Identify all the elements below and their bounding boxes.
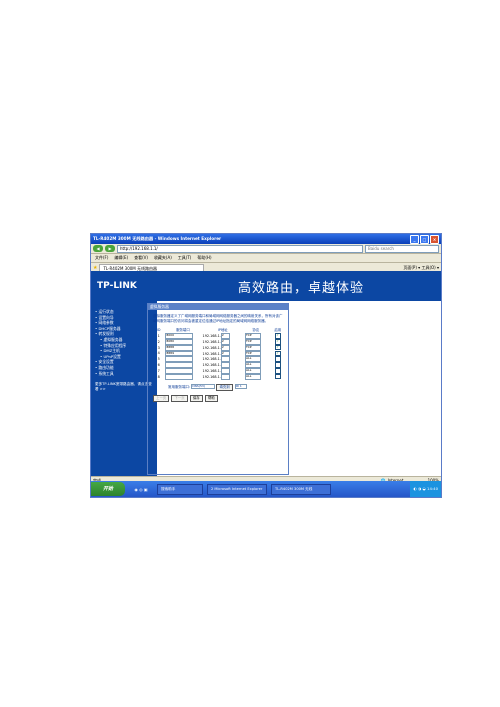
panel-heading: 虚拟服务器	[148, 304, 288, 310]
browser-window: TL-R402M 300M 无线路由器 - Windows Internet E…	[90, 233, 442, 498]
router-main: 虚拟服务器 虚拟服务器定义了广域网服务端口和局域网网络服务器之间的映射关系，所有…	[147, 301, 441, 476]
table-header: ID 服务端口 IP地址 协议 启用	[153, 326, 288, 333]
enable-checkbox[interactable]	[274, 373, 281, 380]
col-port: 服务端口	[176, 328, 190, 333]
prev-page-button[interactable]: 上一页	[153, 394, 170, 402]
tplink-logo: TP-LINK	[97, 281, 137, 291]
port-input[interactable]	[165, 373, 194, 380]
favorites-star-icon[interactable]: ★	[93, 265, 97, 271]
menu-favorites[interactable]: 收藏夹(A)	[154, 255, 172, 261]
protocol-select[interactable]: ALL	[245, 373, 262, 380]
clock: 14:40	[427, 486, 438, 491]
common-port-row: 常用服务端口: DNS(53) 填充到 ID 1	[168, 383, 288, 391]
search-input[interactable]: Baidu search	[365, 244, 439, 253]
enable-checkbox[interactable]: ✓	[274, 333, 281, 339]
page-tools[interactable]: 页面(P) ▾ 工具(O) ▾	[403, 265, 439, 271]
copy-target-select[interactable]: ID 1	[234, 383, 247, 390]
enable-checkbox[interactable]	[274, 356, 281, 363]
menu-file[interactable]: 文件(F)	[95, 255, 108, 261]
close-icon[interactable]: ×	[430, 234, 439, 244]
tray-icons[interactable]: ◐ ◑ ◒	[413, 486, 427, 491]
common-port-label: 常用服务端口:	[168, 384, 191, 389]
address-toolbar: ◀ ▶ http://192.168.1.1/ Baidu search	[91, 244, 441, 254]
enable-checkbox[interactable]	[274, 368, 281, 374]
banner-slogan: 高效路由，卓越体验	[237, 280, 364, 296]
quick-launch-icons[interactable]: ◉ ◎ ▣	[125, 487, 157, 492]
menu-edit[interactable]: 编辑(E)	[114, 255, 128, 261]
common-port-select[interactable]: DNS(53)	[191, 383, 216, 390]
menu-view[interactable]: 查看(V)	[134, 255, 148, 261]
forward-button[interactable]: ▶	[105, 245, 115, 252]
virtual-server-table: ID 服务端口 IP地址 协议 启用 1 8000 192.168.1.2 TC…	[153, 326, 288, 380]
enable-checkbox[interactable]: ✓	[274, 350, 281, 357]
page-content: TP-LINK 高效路由，卓越体验 • 运行状态 • 设置向导 • 网络参数 •…	[91, 271, 441, 476]
ip-prefix: 192.168.1.	[202, 368, 221, 373]
panel-buttons: 上一页 下一页 保存 帮助	[153, 394, 288, 402]
maximize-icon[interactable]: □	[420, 234, 429, 244]
system-tray: ◐ ◑ ◒ 14:40	[410, 481, 441, 497]
ip-prefix: 192.168.1.	[202, 357, 221, 362]
copy-to-button[interactable]: 填充到	[216, 383, 233, 391]
router-banner: TP-LINK 高效路由，卓越体验	[91, 271, 441, 301]
table-row: 8 192.168.1. ALL	[153, 373, 288, 380]
taskbar-item-search[interactable]: 搜索助手	[157, 483, 203, 495]
ip-prefix: 192.168.1.	[202, 334, 221, 339]
save-button[interactable]: 保存	[189, 394, 203, 402]
help-button[interactable]: 帮助	[204, 394, 218, 402]
menu-tools[interactable]: 工具(T)	[178, 255, 192, 261]
row-id: 8	[157, 374, 160, 379]
taskbar-item-router[interactable]: TL-R402M 300M 无线	[271, 483, 331, 495]
virtual-server-panel: 虚拟服务器 虚拟服务器定义了广域网服务端口和局域网网络服务器之间的映射关系，所有…	[147, 303, 289, 475]
ip-prefix: 192.168.1.	[202, 374, 221, 379]
col-id: ID	[156, 327, 161, 332]
minimize-icon[interactable]: _	[410, 234, 419, 244]
back-button[interactable]: ◀	[93, 245, 103, 252]
taskbar-item-ie[interactable]: 2 Microsoft Internet Explorer	[207, 483, 267, 495]
title-bar: TL-R402M 300M 无线路由器 - Windows Internet E…	[91, 234, 441, 244]
ip-prefix: 192.168.1.	[202, 339, 221, 344]
ip-prefix: 192.168.1.	[202, 351, 221, 356]
menu-help[interactable]: 帮助(H)	[197, 255, 211, 261]
menu-bar: 文件(F) 编辑(E) 查看(V) 收藏夹(A) 工具(T) 帮助(H)	[91, 254, 441, 263]
col-enabled: 启用	[274, 328, 282, 333]
ip-last-input[interactable]	[220, 373, 230, 380]
panel-description: 虚拟服务器定义了广域网服务端口和局域网网络服务器之间的映射关系，所有对该广域网服…	[153, 314, 283, 323]
ip-prefix: 192.168.1.	[202, 345, 221, 350]
enable-checkbox[interactable]	[274, 362, 281, 368]
ip-prefix: 192.168.1.	[202, 363, 221, 368]
window-title: TL-R402M 300M 无线路由器 - Windows Internet E…	[93, 236, 222, 241]
enable-checkbox[interactable]: ✓	[274, 344, 281, 351]
start-button[interactable]: 开始	[91, 482, 125, 496]
taskbar: 开始 ◉ ◎ ▣ 搜索助手 2 Microsoft Internet Explo…	[91, 481, 441, 497]
col-ip: IP地址	[217, 328, 228, 333]
col-protocol: 协议	[252, 328, 260, 333]
enable-checkbox[interactable]: ✓	[274, 339, 281, 345]
address-input[interactable]: http://192.168.1.1/	[117, 244, 363, 253]
next-page-button[interactable]: 下一页	[171, 394, 188, 402]
